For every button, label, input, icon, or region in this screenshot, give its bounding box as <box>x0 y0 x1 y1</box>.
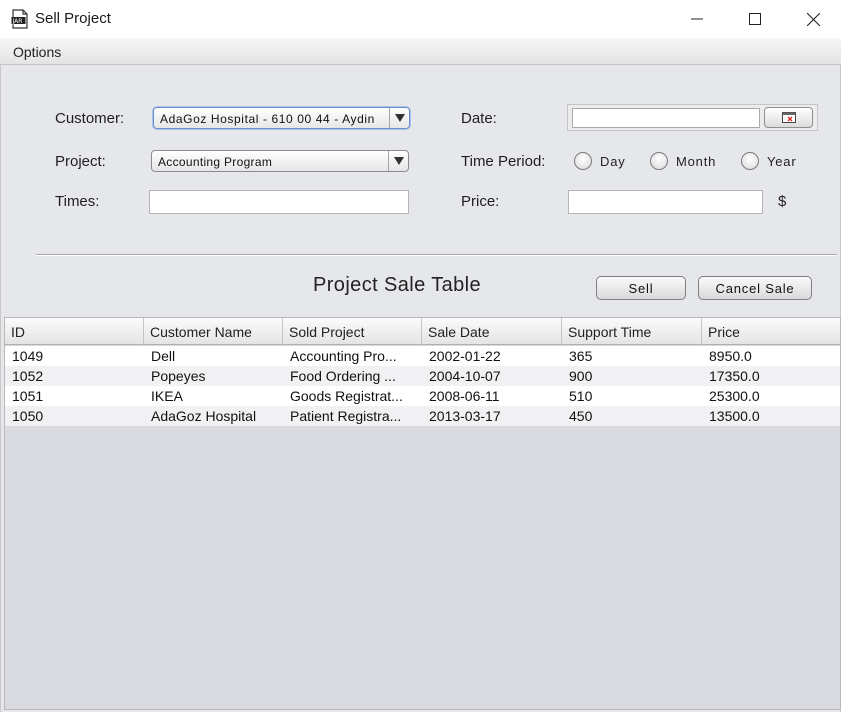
times-label: Times: <box>55 193 100 210</box>
table-row[interactable]: 1051 IKEA Goods Registrat... 2008-06-11 … <box>5 386 840 406</box>
date-input[interactable] <box>572 108 760 128</box>
cell-support-time: 900 <box>569 368 593 384</box>
radio-month[interactable]: Month <box>650 151 716 171</box>
svg-text:JAR: JAR <box>12 18 23 25</box>
cell-sale-date: 2004-10-07 <box>429 368 501 384</box>
minimize-button[interactable] <box>668 0 726 38</box>
cell-id: 1050 <box>12 408 44 424</box>
cell-sale-date: 2008-06-11 <box>429 388 500 404</box>
cell-sold-project: Patient Registra... <box>290 408 402 424</box>
table-title: Project Sale Table <box>313 274 482 296</box>
times-input[interactable] <box>149 190 409 214</box>
column-header-sold-project[interactable]: Sold Project <box>283 318 422 345</box>
table-body: 1049 Dell Accounting Pro... 2002-01-22 3… <box>5 346 840 426</box>
minimize-icon <box>691 18 703 20</box>
cell-sale-date: 2002-01-22 <box>429 348 501 364</box>
sales-table[interactable]: ID Customer Name Sold Project Sale Date … <box>4 317 841 710</box>
time-period-label: Time Period: <box>461 153 546 170</box>
cell-customer-name: Popeyes <box>151 368 206 384</box>
window-title: Sell Project <box>35 10 111 27</box>
cell-id: 1052 <box>12 368 44 384</box>
jar-file-icon: JAR <box>11 9 29 29</box>
radio-circle[interactable] <box>741 152 759 170</box>
customer-combobox[interactable]: AdaGoz Hospital - 610 00 44 - Aydin <box>153 107 410 129</box>
cell-id: 1049 <box>12 348 44 364</box>
cell-support-time: 510 <box>569 388 593 404</box>
cell-id: 1051 <box>12 388 44 404</box>
calendar-icon <box>781 112 796 123</box>
calendar-button[interactable] <box>764 107 813 128</box>
chevron-down-icon[interactable] <box>388 151 408 171</box>
project-selected-value: Accounting Program <box>158 155 273 169</box>
cell-price: 17350.0 <box>709 368 760 384</box>
radio-month-label: Month <box>676 153 717 169</box>
cell-customer-name: Dell <box>151 348 176 364</box>
cell-support-time: 365 <box>569 348 593 364</box>
cancel-sale-button[interactable]: Cancel Sale <box>698 276 812 300</box>
column-header-price[interactable]: Price <box>702 318 840 345</box>
price-input[interactable] <box>568 190 763 214</box>
sell-button[interactable]: Sell <box>596 276 686 300</box>
menu-bar: Options <box>0 38 841 65</box>
table-row[interactable]: 1049 Dell Accounting Pro... 2002-01-22 3… <box>5 346 840 366</box>
date-label: Date: <box>461 110 497 127</box>
radio-day-label: Day <box>600 153 626 169</box>
radio-year-label: Year <box>767 153 797 169</box>
price-label: Price: <box>461 193 500 210</box>
date-picker <box>567 104 818 131</box>
table-header: ID Customer Name Sold Project Sale Date … <box>5 318 840 345</box>
column-header-support-time[interactable]: Support Time <box>562 318 702 345</box>
cell-price: 25300.0 <box>709 388 760 404</box>
maximize-icon <box>749 13 761 25</box>
cell-sold-project: Food Ordering ... <box>290 368 396 384</box>
cell-price: 8950.0 <box>709 348 752 364</box>
cell-customer-name: IKEA <box>151 388 183 404</box>
cell-sale-date: 2013-03-17 <box>429 408 501 424</box>
radio-circle[interactable] <box>574 152 592 170</box>
cell-support-time: 450 <box>569 408 593 424</box>
column-header-sale-date[interactable]: Sale Date <box>422 318 562 345</box>
cell-sold-project: Accounting Pro... <box>290 348 397 364</box>
table-row[interactable]: 1050 AdaGoz Hospital Patient Registra...… <box>5 406 840 426</box>
column-header-id[interactable]: ID <box>5 318 144 345</box>
radio-circle[interactable] <box>650 152 668 170</box>
radio-day[interactable]: Day <box>574 151 626 171</box>
cell-price: 13500.0 <box>709 408 760 424</box>
table-row[interactable]: 1052 Popeyes Food Ordering ... 2004-10-0… <box>5 366 840 386</box>
customer-label: Customer: <box>55 110 125 127</box>
project-combobox[interactable]: Accounting Program <box>151 150 409 172</box>
close-button[interactable] <box>784 0 841 38</box>
menu-options[interactable]: Options <box>13 44 61 60</box>
chevron-down-icon[interactable] <box>389 108 409 128</box>
project-label: Project: <box>55 153 106 170</box>
cell-customer-name: AdaGoz Hospital <box>151 408 257 424</box>
column-header-customer-name[interactable]: Customer Name <box>144 318 283 345</box>
currency-label: $ <box>778 193 787 210</box>
title-bar: JAR Sell Project <box>0 0 841 38</box>
radio-year[interactable]: Year <box>741 151 796 171</box>
maximize-button[interactable] <box>726 0 784 38</box>
customer-selected-value: AdaGoz Hospital - 610 00 44 - Aydin <box>160 112 375 126</box>
separator <box>36 254 837 256</box>
close-icon <box>806 12 820 26</box>
main-panel: Customer: AdaGoz Hospital - 610 00 44 - … <box>0 65 841 712</box>
cell-sold-project: Goods Registrat... <box>290 388 403 404</box>
